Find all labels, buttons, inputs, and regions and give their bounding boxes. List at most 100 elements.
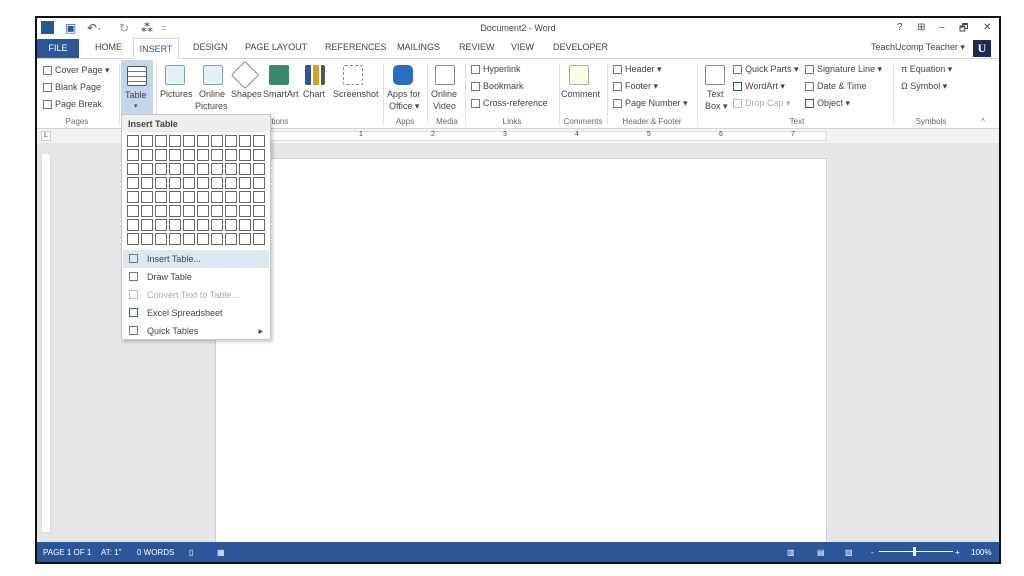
grid-cell[interactable]	[169, 135, 181, 147]
grid-cell[interactable]	[239, 177, 251, 189]
grid-cell[interactable]	[169, 191, 181, 203]
grid-cell[interactable]	[141, 219, 153, 231]
drop-cap-button[interactable]: Drop Cap ▾	[733, 98, 791, 109]
tab-references[interactable]: REFERENCES	[325, 42, 387, 52]
tab-file[interactable]: FILE	[37, 39, 79, 58]
menu-item-draw-table[interactable]: Draw Table	[123, 268, 269, 286]
grid-cell[interactable]	[141, 149, 153, 161]
minimize-button[interactable]: –	[939, 22, 945, 33]
grid-cell[interactable]	[127, 135, 139, 147]
grid-cell[interactable]	[211, 205, 223, 217]
grid-cell[interactable]	[225, 177, 237, 189]
tab-mailings[interactable]: MAILINGS	[397, 42, 440, 52]
tab-design[interactable]: DESIGN	[193, 42, 228, 52]
grid-cell[interactable]	[225, 205, 237, 217]
grid-cell[interactable]	[239, 233, 251, 245]
grid-cell[interactable]	[239, 219, 251, 231]
grid-cell[interactable]	[253, 177, 265, 189]
collapse-ribbon-button[interactable]: ^	[981, 117, 985, 126]
grid-cell[interactable]	[225, 191, 237, 203]
grid-cell[interactable]	[239, 205, 251, 217]
word-count[interactable]: 0 WORDS	[137, 548, 174, 557]
grid-cell[interactable]	[225, 219, 237, 231]
pictures-button[interactable]: Pictures	[160, 89, 193, 99]
symbol-button[interactable]: Ω Symbol ▾	[901, 81, 947, 92]
tab-review[interactable]: REVIEW	[459, 42, 495, 52]
grid-cell[interactable]	[197, 135, 209, 147]
signature-line-button[interactable]: Signature Line ▾	[805, 64, 882, 75]
grid-cell[interactable]	[253, 205, 265, 217]
grid-cell[interactable]	[253, 135, 265, 147]
equation-button[interactable]: π Equation ▾	[901, 64, 952, 75]
menu-item-excel-spreadsheet[interactable]: Excel Spreadsheet	[123, 304, 269, 322]
grid-cell[interactable]	[155, 205, 167, 217]
grid-cell[interactable]	[127, 177, 139, 189]
grid-cell[interactable]	[141, 135, 153, 147]
smartart-button[interactable]: SmartArt	[263, 89, 299, 99]
text-box-button[interactable]: Text	[707, 89, 724, 99]
menu-item-insert-table[interactable]: Insert Table...	[123, 250, 269, 268]
restore-button[interactable]: 🗗	[959, 21, 968, 38]
tab-view[interactable]: VIEW	[511, 42, 534, 52]
online-pictures-button[interactable]: Online	[199, 89, 225, 99]
grid-cell[interactable]	[169, 163, 181, 175]
shapes-button[interactable]: Shapes	[231, 89, 262, 99]
zoom-slider-thumb[interactable]	[913, 547, 916, 556]
print-layout-icon[interactable]: ▤	[817, 548, 825, 557]
grid-cell[interactable]	[239, 149, 251, 161]
grid-cell[interactable]	[155, 233, 167, 245]
grid-cell[interactable]	[155, 177, 167, 189]
page-count[interactable]: PAGE 1 OF 1	[43, 548, 91, 557]
grid-cell[interactable]	[211, 191, 223, 203]
grid-cell[interactable]	[197, 163, 209, 175]
grid-cell[interactable]	[197, 233, 209, 245]
grid-cell[interactable]	[225, 233, 237, 245]
header-button[interactable]: Header ▾	[613, 64, 662, 75]
user-account[interactable]: TeachUcomp Teacher ▾	[871, 42, 965, 53]
grid-cell[interactable]	[127, 149, 139, 161]
document-page[interactable]	[215, 158, 827, 548]
grid-cell[interactable]	[197, 191, 209, 203]
grid-cell[interactable]	[225, 149, 237, 161]
grid-cell[interactable]	[239, 163, 251, 175]
web-layout-icon[interactable]: ▧	[845, 548, 853, 557]
grid-cell[interactable]	[253, 191, 265, 203]
vertical-ruler[interactable]	[41, 153, 51, 533]
grid-cell[interactable]	[239, 135, 251, 147]
menu-item-quick-tables[interactable]: Quick Tables ▸	[123, 322, 269, 340]
grid-cell[interactable]	[225, 135, 237, 147]
grid-cell[interactable]	[183, 177, 195, 189]
cover-page-button[interactable]: Cover Page ▾	[43, 65, 110, 76]
grid-cell[interactable]	[127, 219, 139, 231]
read-mode-icon[interactable]: ▥	[787, 548, 795, 557]
grid-cell[interactable]	[141, 191, 153, 203]
grid-cell[interactable]	[169, 177, 181, 189]
tab-insert[interactable]: INSERT	[133, 38, 179, 59]
grid-cell[interactable]	[183, 233, 195, 245]
grid-cell[interactable]	[141, 205, 153, 217]
grid-cell[interactable]	[253, 163, 265, 175]
blank-page-button[interactable]: Blank Page	[43, 82, 101, 93]
online-video-button[interactable]: Online	[431, 89, 457, 99]
grid-cell[interactable]	[197, 177, 209, 189]
grid-cell[interactable]	[127, 163, 139, 175]
tab-home[interactable]: HOME	[95, 42, 122, 52]
grid-cell[interactable]	[211, 163, 223, 175]
grid-cell[interactable]	[155, 191, 167, 203]
grid-cell[interactable]	[225, 163, 237, 175]
object-button[interactable]: Object ▾	[805, 98, 850, 109]
cross-reference-button[interactable]: Cross-reference	[471, 98, 548, 109]
tab-developer[interactable]: DEVELOPER	[553, 42, 608, 52]
user-avatar[interactable]: U	[973, 40, 991, 57]
page-break-button[interactable]: Page Break	[43, 99, 102, 110]
grid-cell[interactable]	[183, 135, 195, 147]
grid-cell[interactable]	[183, 191, 195, 203]
close-button[interactable]: ✕	[983, 22, 991, 33]
zoom-in-button[interactable]: +	[955, 548, 960, 557]
ribbon-display-button[interactable]: ⊞	[917, 22, 925, 33]
hyperlink-button[interactable]: Hyperlink	[471, 64, 521, 75]
grid-cell[interactable]	[253, 149, 265, 161]
grid-cell[interactable]	[211, 135, 223, 147]
zoom-slider[interactable]	[879, 551, 953, 552]
tab-page-layout[interactable]: PAGE LAYOUT	[245, 42, 307, 52]
